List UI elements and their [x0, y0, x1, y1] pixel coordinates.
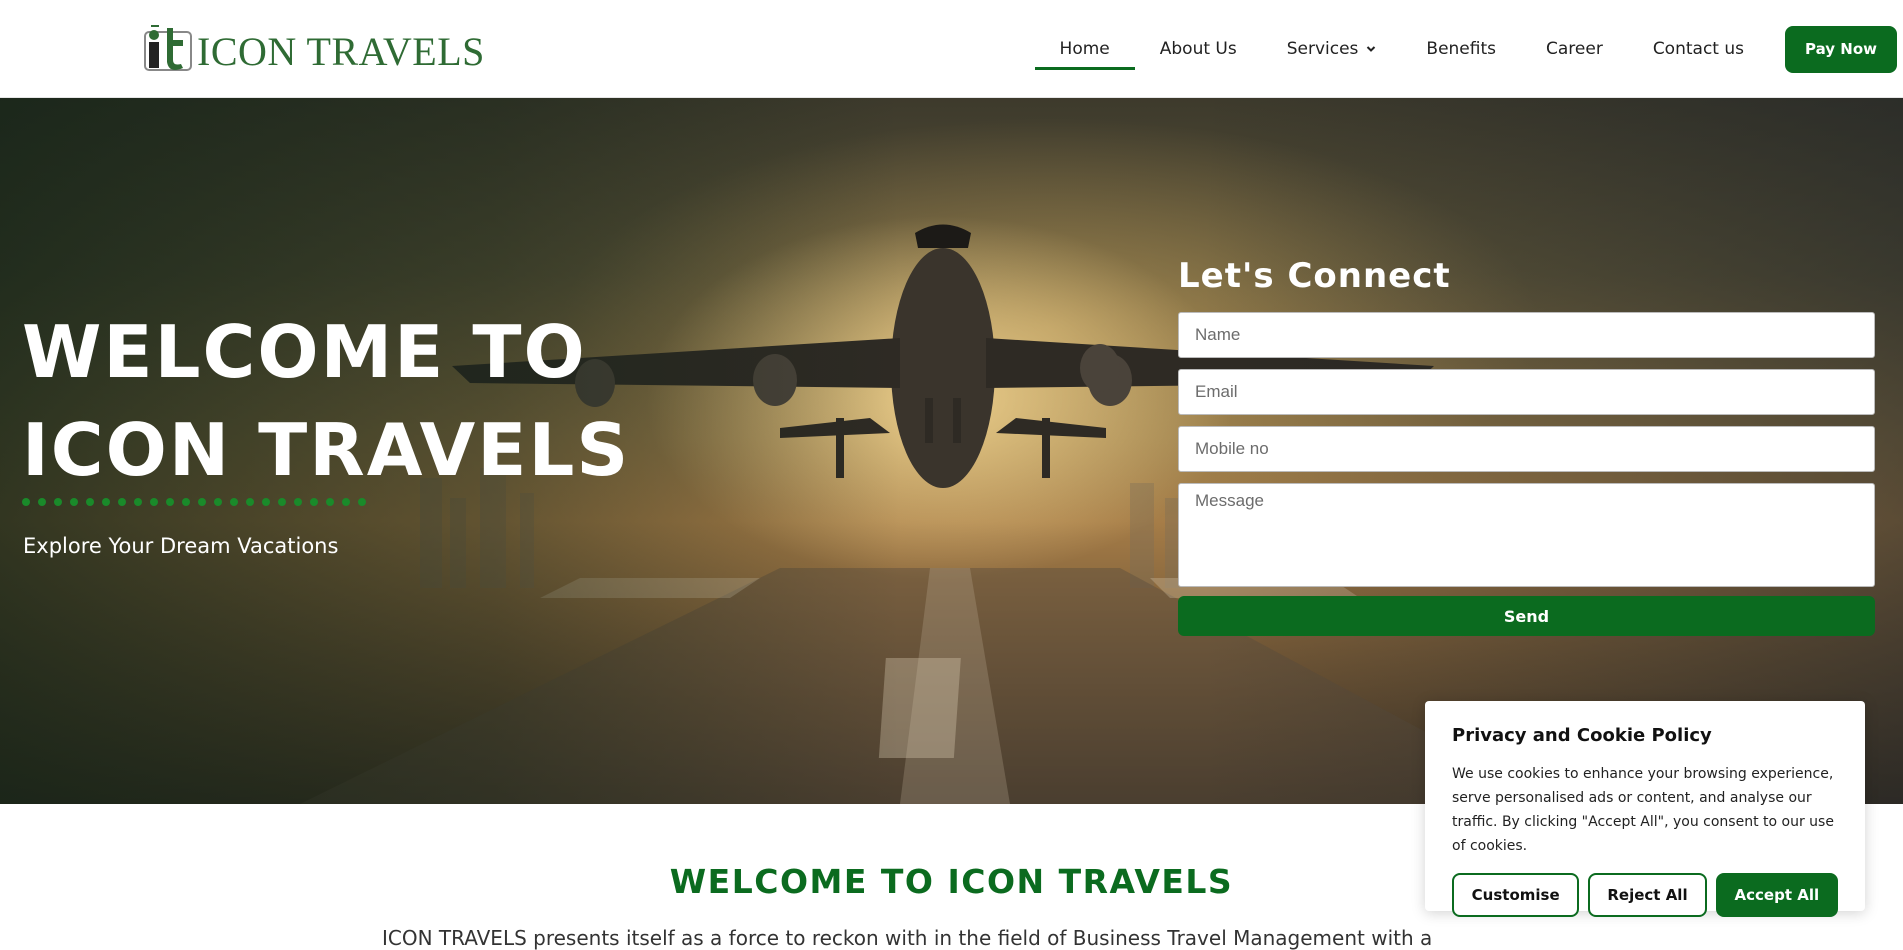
accept-all-button[interactable]: Accept All	[1715, 873, 1838, 917]
contact-form: Let's Connect Name Email Mobile no Messa…	[1178, 256, 1875, 636]
nav-home[interactable]: Home	[1034, 0, 1135, 98]
logo-mark-icon	[141, 22, 195, 74]
logo-text: ICON TRAVELS	[197, 29, 485, 74]
reject-all-button[interactable]: Reject All	[1588, 873, 1707, 917]
cookie-text: We use cookies to enhance your browsing …	[1452, 766, 1834, 854]
nav-services-label: Services	[1286, 39, 1359, 59]
cookie-consent-popup: Privacy and Cookie Policy We use cookies…	[1425, 701, 1865, 917]
cookie-title: Privacy and Cookie Policy	[1452, 725, 1712, 746]
nav-benefits[interactable]: Benefits	[1401, 0, 1521, 98]
dotted-divider	[22, 498, 366, 506]
name-input[interactable]: Name	[1178, 312, 1875, 358]
hero-banner: WELCOME TO ICON TRAVELS Explore Your Dre…	[0, 98, 1903, 804]
chevron-down-icon	[1367, 46, 1376, 52]
cookie-actions: Customise Reject All Accept All	[1452, 873, 1838, 917]
site-logo[interactable]: ICON TRAVELS	[141, 22, 485, 74]
customise-button[interactable]: Customise	[1452, 873, 1580, 917]
hero-title: WELCOME TO ICON TRAVELS	[22, 303, 742, 499]
form-title: Let's Connect	[1178, 256, 1451, 296]
site-header: ICON TRAVELS Home About Us Services Bene…	[0, 0, 1903, 98]
hero-subtitle: Explore Your Dream Vacations	[23, 534, 339, 558]
send-button[interactable]: Send	[1178, 596, 1875, 636]
nav-services[interactable]: Services	[1262, 0, 1402, 98]
mobile-input[interactable]: Mobile no	[1178, 426, 1875, 472]
intro-text: ICON TRAVELS presents itself as a force …	[382, 926, 1433, 950]
message-textarea[interactable]: Message	[1178, 483, 1875, 587]
email-input[interactable]: Email	[1178, 369, 1875, 415]
hero-title-line-1: WELCOME TO	[22, 310, 587, 394]
nav-career[interactable]: Career	[1521, 0, 1628, 98]
main-nav: Home About Us Services Benefits Career C…	[1034, 0, 1903, 98]
hero-title-line-2: ICON TRAVELS	[22, 408, 631, 492]
pay-now-button[interactable]: Pay Now	[1785, 25, 1897, 73]
nav-about-us[interactable]: About Us	[1135, 0, 1262, 98]
nav-contact-us[interactable]: Contact us	[1628, 0, 1769, 98]
